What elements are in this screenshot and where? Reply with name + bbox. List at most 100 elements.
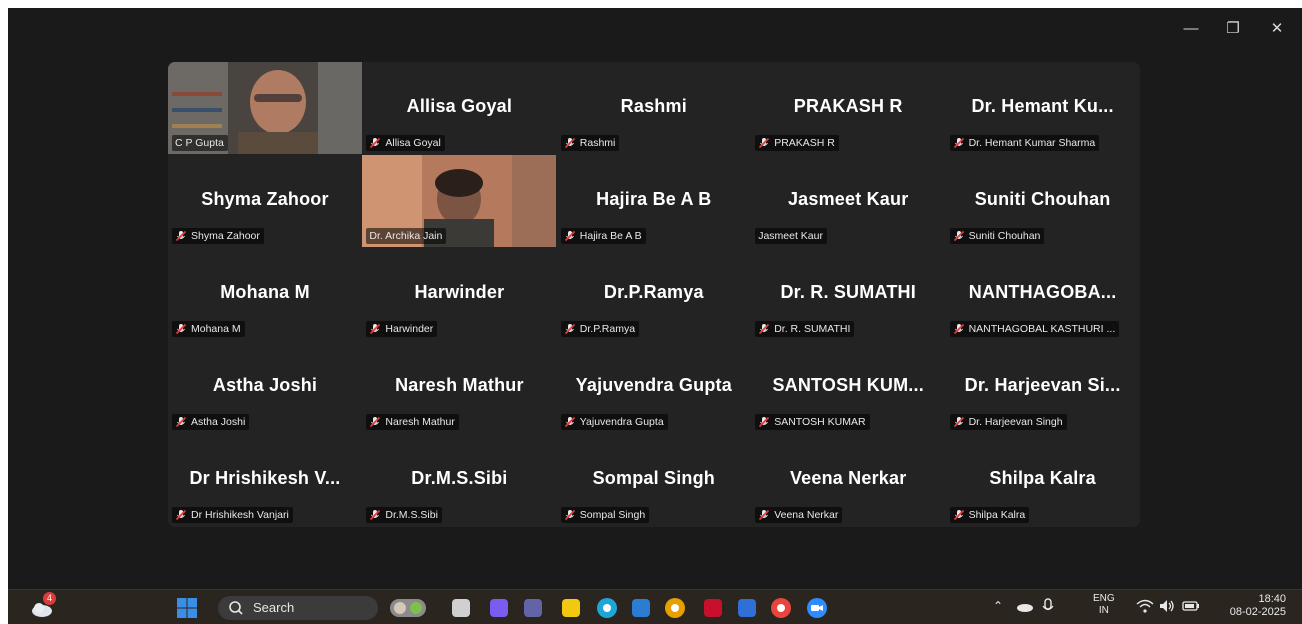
- microsoft-store-icon[interactable]: [630, 597, 652, 619]
- participant-display-name: Allisa Goyal: [406, 96, 513, 116]
- participant-name-text: Dr. Archika Jain: [369, 230, 443, 242]
- participant-tile[interactable]: PRAKASH R PRAKASH R: [751, 62, 946, 154]
- participant-name-text: Allisa Goyal: [385, 137, 441, 149]
- participant-tile[interactable]: Sompal Singh Sompal Singh: [556, 434, 751, 526]
- participant-display-name: Jasmeet Kaur: [787, 189, 909, 209]
- muted-microphone-icon: [175, 509, 187, 521]
- participant-name-text: Sompal Singh: [579, 509, 646, 521]
- muted-microphone-icon: [758, 416, 770, 428]
- participant-tile[interactable]: Dr. R. SUMATHI Dr. R. SUMATHI: [751, 248, 946, 340]
- tray-chevron-icon[interactable]: ⌃: [993, 599, 1003, 613]
- participant-name-label: Dr. Harjeevan Singh: [949, 414, 1067, 430]
- participant-name-label: Shyma Zahoor: [172, 228, 264, 244]
- participant-name-text: Dr.M.S.Sibi: [385, 509, 438, 521]
- participant-tile[interactable]: Dr. Harjeevan Si... Dr. Harjeevan Singh: [945, 341, 1140, 433]
- participant-display-name: Dr. R. SUMATHI: [780, 282, 916, 302]
- language-indicator[interactable]: ENG IN: [1093, 593, 1115, 617]
- task-view-icon[interactable]: [450, 597, 472, 619]
- restore-button[interactable]: ❐: [1216, 18, 1250, 40]
- participant-name-label: Yajuvendra Gupta: [560, 414, 668, 430]
- microphone-icon[interactable]: [1042, 597, 1054, 618]
- participant-name-label: C P Gupta: [172, 135, 228, 151]
- wifi-icon[interactable]: [1136, 598, 1154, 617]
- participant-name-text: Naresh Mathur: [385, 416, 455, 428]
- participant-display-name: Shilpa Kalra: [989, 468, 1096, 488]
- participant-tile[interactable]: Shilpa Kalra Shilpa Kalra: [945, 434, 1140, 526]
- participant-name-label: PRAKASH R: [755, 135, 839, 151]
- muted-microphone-icon: [953, 323, 965, 335]
- participant-name-text: PRAKASH R: [774, 137, 835, 149]
- muted-microphone-icon: [758, 137, 770, 149]
- participant-tile[interactable]: Dr Hrishikesh V... Dr Hrishikesh Vanjari: [168, 434, 362, 526]
- participant-tile[interactable]: Harwinder Harwinder: [362, 248, 557, 340]
- close-button[interactable]: ✕: [1260, 18, 1294, 40]
- participant-name-label: Jasmeet Kaur: [755, 228, 827, 244]
- participant-name-label: Dr.P.Ramya: [560, 321, 640, 337]
- participant-tile[interactable]: Shyma Zahoor Shyma Zahoor: [168, 155, 362, 247]
- copilot-icon[interactable]: [488, 597, 510, 619]
- participant-display-name: NANTHAGOBA...: [968, 282, 1117, 302]
- participant-tile[interactable]: SANTOSH KUM... SANTOSH KUMAR: [751, 341, 946, 433]
- teams-icon[interactable]: [522, 597, 544, 619]
- participant-display-name: Dr. Harjeevan Si...: [964, 375, 1121, 395]
- participant-tile[interactable]: C P Gupta: [168, 62, 362, 154]
- participant-name-label: Dr. R. SUMATHI: [755, 321, 855, 337]
- participant-name-label: Rashmi: [560, 135, 620, 151]
- participant-tile[interactable]: Dr. Archika Jain: [362, 155, 557, 247]
- onedrive-icon[interactable]: [1016, 596, 1034, 619]
- gallery-grid: C P Gupta Allisa Goyal Allisa Goyal Rashmi R…: [168, 62, 1140, 527]
- muted-microphone-icon: [369, 416, 381, 428]
- edge-icon[interactable]: [596, 597, 618, 619]
- participant-tile[interactable]: Dr.M.S.Sibi Dr.M.S.Sibi: [362, 434, 557, 526]
- muted-microphone-icon: [758, 323, 770, 335]
- muted-microphone-icon: [564, 509, 576, 521]
- chrome-icon[interactable]: [770, 597, 792, 619]
- mobile-app-icon[interactable]: [736, 597, 758, 619]
- participant-name-label: Dr.M.S.Sibi: [366, 507, 442, 523]
- participant-display-name: Rashmi: [620, 96, 687, 116]
- clock-date: 08-02-2025: [1229, 606, 1286, 618]
- battery-icon[interactable]: [1182, 598, 1200, 617]
- participant-name-label: NANTHAGOBAL KASTHURI ...: [949, 321, 1120, 337]
- participant-tile[interactable]: Rashmi Rashmi: [556, 62, 751, 154]
- participant-tile[interactable]: Astha Joshi Astha Joshi: [168, 341, 362, 433]
- participant-display-name: Mohana M: [220, 282, 310, 302]
- participant-tile[interactable]: Hajira Be A B Hajira Be A B: [556, 155, 751, 247]
- clock[interactable]: 18:40 08-02-2025: [1214, 593, 1286, 619]
- participant-name-label: Dr. Archika Jain: [366, 228, 447, 244]
- muted-microphone-icon: [953, 509, 965, 521]
- participant-name-text: NANTHAGOBAL KASTHURI ...: [968, 323, 1116, 335]
- participant-name-text: Shilpa Kalra: [968, 509, 1026, 521]
- participant-name-label: Allisa Goyal: [366, 135, 445, 151]
- participant-tile[interactable]: Suniti Chouhan Suniti Chouhan: [945, 155, 1140, 247]
- participant-name-text: Dr. Harjeevan Singh: [968, 416, 1063, 428]
- participant-tile[interactable]: Jasmeet Kaur Jasmeet Kaur: [751, 155, 946, 247]
- windows-start-icon[interactable]: [176, 597, 198, 619]
- minimize-button[interactable]: —: [1174, 18, 1208, 40]
- search-icon: [228, 596, 244, 624]
- help-icon[interactable]: [664, 597, 686, 619]
- participant-name-label: Naresh Mathur: [366, 414, 459, 430]
- participant-tile[interactable]: Dr.P.Ramya Dr.P.Ramya: [556, 248, 751, 340]
- muted-microphone-icon: [175, 230, 187, 242]
- participant-display-name: Sompal Singh: [592, 468, 715, 488]
- participant-name-label: Hajira Be A B: [560, 228, 646, 244]
- participant-tile[interactable]: Mohana M Mohana M: [168, 248, 362, 340]
- participant-tile[interactable]: NANTHAGOBA... NANTHAGOBAL KASTHURI ...: [945, 248, 1140, 340]
- participant-tile[interactable]: Allisa Goyal Allisa Goyal: [362, 62, 557, 154]
- participant-name-text: Yajuvendra Gupta: [579, 416, 664, 428]
- participant-tile[interactable]: Naresh Mathur Naresh Mathur: [362, 341, 557, 433]
- mcafee-icon[interactable]: [702, 597, 724, 619]
- file-explorer-icon[interactable]: [560, 597, 582, 619]
- participant-name-text: Shyma Zahoor: [191, 230, 260, 242]
- participant-tile[interactable]: Dr. Hemant Ku... Dr. Hemant Kumar Sharma: [945, 62, 1140, 154]
- zoom-icon[interactable]: [806, 597, 828, 619]
- weather-widget[interactable]: 4: [30, 592, 56, 618]
- people-widget-icon[interactable]: [388, 597, 428, 619]
- participant-name-text: C P Gupta: [175, 137, 224, 149]
- participant-display-name: Suniti Chouhan: [974, 189, 1111, 209]
- volume-icon[interactable]: [1158, 598, 1176, 617]
- participant-tile[interactable]: Veena Nerkar Veena Nerkar: [751, 434, 946, 526]
- search-box[interactable]: Search: [218, 596, 378, 620]
- participant-tile[interactable]: Yajuvendra Gupta Yajuvendra Gupta: [556, 341, 751, 433]
